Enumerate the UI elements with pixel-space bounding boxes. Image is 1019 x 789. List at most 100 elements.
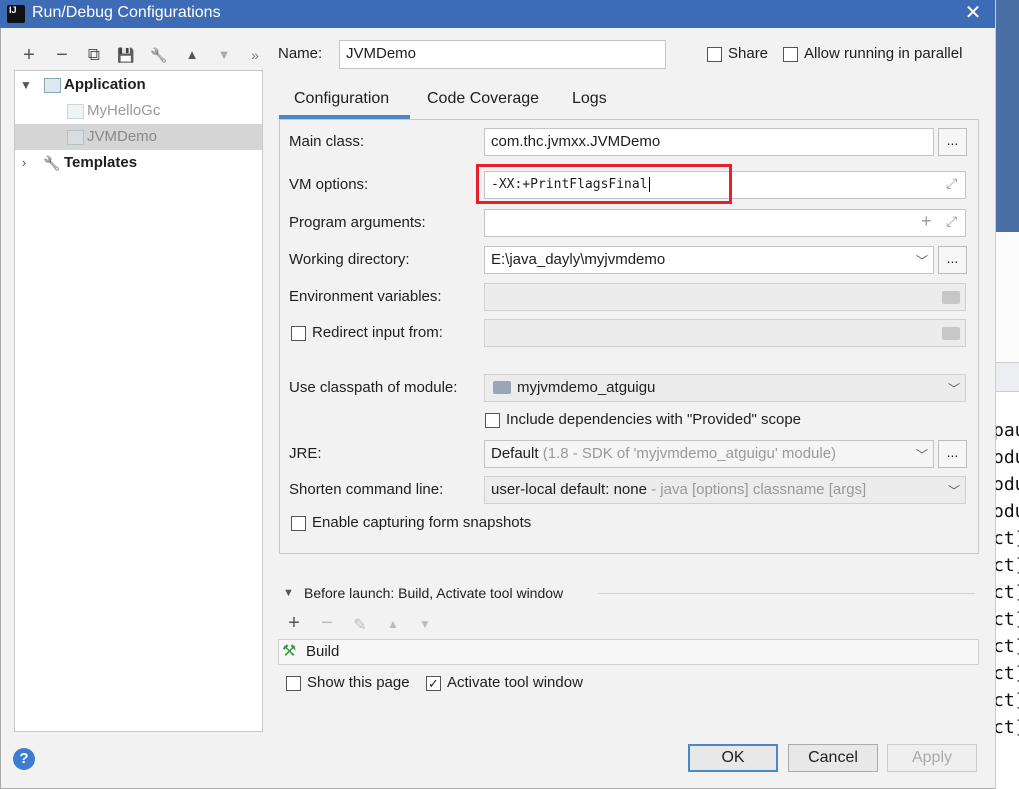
- add-icon[interactable]: +: [921, 211, 932, 232]
- main-class-input[interactable]: com.thc.jvmxx.JVMDemo: [484, 128, 934, 156]
- collapse-icon[interactable]: ▼: [283, 587, 294, 599]
- highlight-box: [476, 164, 732, 204]
- chevron-down-icon[interactable]: ﹀: [948, 482, 960, 499]
- more-icon[interactable]: »: [244, 44, 266, 66]
- before-launch-title: Before launch: Build, Activate tool wind…: [304, 585, 564, 601]
- working-directory-input[interactable]: E:\java_dayly\myjvmdemo: [484, 246, 934, 274]
- window-title: Run/Debug Configurations: [32, 4, 221, 21]
- environment-variables-label: Environment variables:: [289, 288, 442, 305]
- redirect-input-checkbox[interactable]: [291, 326, 306, 341]
- chevron-down-icon[interactable]: ▼: [19, 72, 33, 98]
- pencil-icon[interactable]: ✎: [350, 615, 370, 635]
- background-code-line: ct]: [996, 582, 1019, 603]
- folder-icon[interactable]: [942, 327, 960, 340]
- add-icon[interactable]: +: [18, 44, 40, 66]
- shorten-command-value: user-local default: none: [491, 481, 647, 498]
- redirect-input-field[interactable]: [484, 319, 966, 347]
- background-strip: [996, 0, 1019, 232]
- apply-button[interactable]: Apply: [887, 744, 977, 772]
- remove-icon[interactable]: −: [317, 612, 337, 634]
- background-code-line: ct]: [996, 636, 1019, 657]
- intellij-logo-icon: IJ: [7, 5, 25, 23]
- program-arguments-label: Program arguments:: [289, 214, 426, 231]
- jre-browse-button[interactable]: ...: [938, 440, 967, 468]
- remove-icon[interactable]: −: [51, 44, 73, 66]
- move-down-icon[interactable]: ▼: [213, 44, 235, 66]
- parallel-checkbox[interactable]: [783, 47, 798, 62]
- move-up-icon[interactable]: ▲: [383, 617, 403, 637]
- expand-icon[interactable]: ⤢: [946, 175, 957, 192]
- share-checkbox[interactable]: [707, 47, 722, 62]
- separator: [598, 593, 975, 594]
- background-window: pau odu odu odu ct] ct] ct] ct] ct] ct] …: [995, 0, 1019, 789]
- background-code-line: pau: [996, 420, 1019, 441]
- main-class-browse-button[interactable]: ...: [938, 128, 967, 156]
- background-code-line: odu: [996, 447, 1019, 468]
- background-code-line: ct]: [996, 690, 1019, 711]
- tree-item-templates[interactable]: › 🔧 Templates: [15, 150, 262, 176]
- tree-item-label: JVMDemo: [87, 128, 158, 145]
- save-icon[interactable]: 💾: [115, 44, 137, 66]
- vm-options-label: VM options:: [289, 176, 369, 193]
- show-page-label: Show this page: [307, 674, 410, 691]
- activate-tool-window-label: Activate tool window: [447, 674, 583, 691]
- folder-icon[interactable]: [942, 291, 960, 304]
- name-label: Name:: [278, 45, 323, 62]
- name-input[interactable]: JVMDemo: [339, 40, 666, 69]
- working-directory-browse-button[interactable]: ...: [938, 246, 967, 274]
- jre-hint: (1.8 - SDK of 'myjvmdemo_atguigu' module…: [542, 445, 837, 462]
- before-launch-item-build[interactable]: ⚒ Build: [278, 639, 979, 665]
- redirect-input-label: Redirect input from:: [312, 324, 443, 341]
- jre-value: Default: [491, 445, 539, 462]
- add-icon[interactable]: +: [284, 612, 304, 634]
- classpath-module-select[interactable]: myjvmdemo_atguigu: [484, 374, 966, 402]
- hammer-icon: ⚒: [282, 643, 297, 660]
- classpath-module-label: Use classpath of module:: [289, 379, 458, 396]
- module-folder-icon: [493, 381, 511, 394]
- jre-select[interactable]: Default (1.8 - SDK of 'myjvmdemo_atguigu…: [484, 440, 934, 468]
- main-class-label: Main class:: [289, 133, 365, 150]
- configuration-tree: ▼ Application MyHelloGc JVMDemo › 🔧 Temp…: [14, 70, 263, 732]
- background-code-line: ct]: [996, 609, 1019, 630]
- tab-logs[interactable]: Logs: [572, 88, 607, 120]
- tree-item-myhellogc[interactable]: MyHelloGc: [15, 98, 262, 124]
- environment-variables-input[interactable]: [484, 283, 966, 311]
- tree-item-label: MyHelloGc: [87, 102, 161, 119]
- jre-label: JRE:: [289, 445, 322, 462]
- background-code-line: ct]: [996, 555, 1019, 576]
- activate-tool-window-checkbox[interactable]: ✓: [426, 676, 441, 691]
- include-dependencies-label: Include dependencies with "Provided" sco…: [506, 411, 802, 428]
- copy-icon[interactable]: ⧉: [83, 44, 105, 66]
- tree-item-jvmdemo[interactable]: JVMDemo: [15, 124, 262, 150]
- close-icon[interactable]: ✕: [962, 3, 984, 25]
- chevron-right-icon[interactable]: ›: [17, 150, 31, 176]
- background-code-line: odu: [996, 501, 1019, 522]
- shorten-command-select[interactable]: user-local default: none - java [options…: [484, 476, 966, 504]
- chevron-down-icon[interactable]: ﹀: [948, 380, 960, 397]
- show-page-checkbox[interactable]: [286, 676, 301, 691]
- include-dependencies-checkbox[interactable]: [485, 413, 500, 428]
- help-icon[interactable]: ?: [13, 748, 35, 770]
- background-code-line: odu: [996, 474, 1019, 495]
- classpath-module-value: myjvmdemo_atguigu: [517, 379, 656, 396]
- form-snapshots-checkbox[interactable]: [291, 516, 306, 531]
- wrench-icon[interactable]: 🔧: [148, 44, 170, 66]
- cancel-button[interactable]: Cancel: [788, 744, 878, 772]
- ok-button[interactable]: OK: [688, 744, 778, 772]
- application-icon: [67, 104, 84, 119]
- background-bar: [996, 362, 1019, 392]
- build-label: Build: [306, 643, 340, 660]
- expand-icon[interactable]: ⤢: [946, 213, 957, 230]
- shorten-command-label: Shorten command line:: [289, 481, 444, 498]
- move-down-icon[interactable]: ▼: [415, 617, 435, 637]
- program-arguments-input[interactable]: [484, 209, 966, 237]
- background-panel: [996, 232, 1019, 362]
- chevron-down-icon[interactable]: ﹀: [916, 252, 928, 269]
- parallel-label: Allow running in parallel: [804, 45, 963, 62]
- title-bar: IJ Run/Debug Configurations ✕: [0, 0, 995, 28]
- tree-item-application[interactable]: ▼ Application: [15, 72, 262, 98]
- chevron-down-icon[interactable]: ﹀: [916, 446, 928, 463]
- tab-code-coverage[interactable]: Code Coverage: [427, 88, 539, 120]
- move-up-icon[interactable]: ▲: [181, 44, 203, 66]
- working-directory-label: Working directory:: [289, 251, 410, 268]
